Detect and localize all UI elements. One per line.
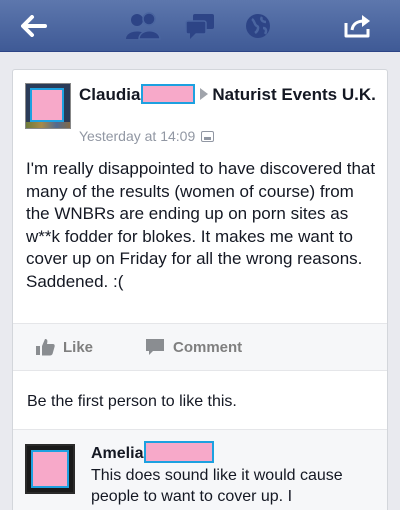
like-label: Like — [63, 338, 94, 356]
comment-text: This does sound like it would cause peop… — [91, 467, 343, 505]
post-body-text: I'm really disappointed to have discover… — [26, 159, 376, 291]
avatar-redaction — [30, 88, 64, 122]
post-timestamp[interactable]: Yesterday at 14:09 — [79, 128, 215, 144]
target-group-name[interactable]: Naturist Events U.K. — [212, 85, 375, 104]
friends-icon — [126, 12, 161, 40]
author-name[interactable]: Claudia — [79, 85, 140, 104]
name-redaction — [144, 441, 215, 463]
post-header: Claudia Naturist Events U.K. — [79, 84, 379, 105]
commenter-header: Amelia — [91, 441, 215, 463]
top-navigation-bar — [0, 0, 400, 52]
commenter-avatar[interactable] — [25, 444, 75, 494]
share-button[interactable] — [336, 0, 380, 52]
audience-icon — [201, 130, 215, 142]
comment-bubble-icon — [146, 339, 164, 355]
comment-item: Amelia This does sound like it would cau… — [13, 430, 387, 510]
likes-summary: Be the first person to like this. — [13, 371, 387, 429]
like-button[interactable]: Like — [35, 324, 93, 370]
notifications-button[interactable] — [236, 0, 280, 52]
posted-to-arrow-icon — [200, 88, 209, 100]
back-button[interactable] — [14, 0, 54, 52]
back-arrow-icon — [21, 15, 47, 37]
avatar-redaction — [31, 450, 69, 488]
name-redaction — [141, 84, 196, 104]
likes-summary-text: Be the first person to like this. — [27, 393, 237, 410]
thumbs-up-icon — [36, 339, 55, 356]
share-icon — [344, 15, 370, 38]
post-actions-bar: Like Comment — [13, 324, 387, 370]
author-avatar[interactable] — [25, 83, 71, 129]
commenter-name[interactable]: Amelia — [91, 445, 143, 462]
globe-icon — [246, 14, 270, 38]
post-card: Claudia Naturist Events U.K. Yesterday at… — [12, 69, 388, 510]
messages-button[interactable] — [178, 0, 222, 52]
timestamp-text: Yesterday at 14:09 — [79, 128, 196, 144]
friend-requests-button[interactable] — [118, 0, 168, 52]
comment-button[interactable]: Comment — [145, 324, 242, 370]
messages-icon — [185, 14, 214, 39]
comment-label: Comment — [173, 338, 243, 356]
